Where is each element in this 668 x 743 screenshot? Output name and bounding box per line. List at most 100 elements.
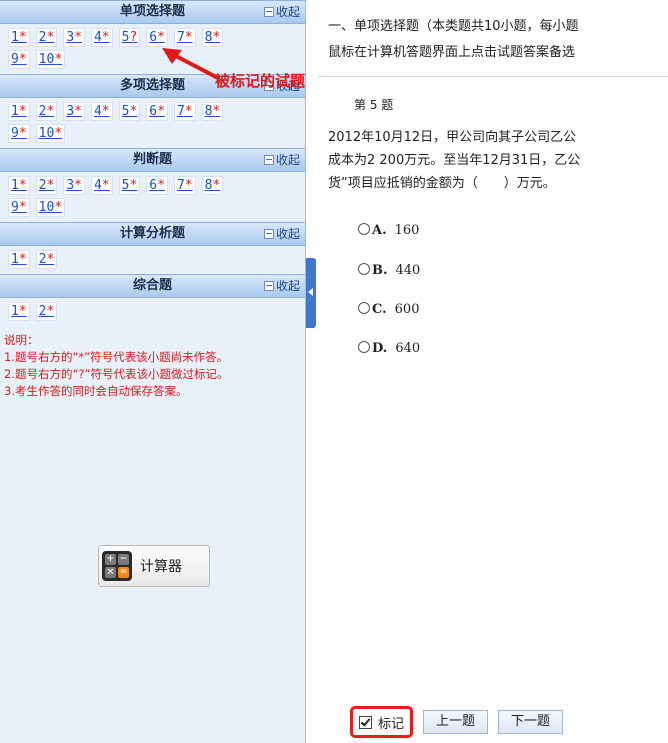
question-link[interactable]: 8* [201, 102, 224, 121]
question-link[interactable]: 8* [201, 176, 224, 195]
option-value: 440 [395, 263, 421, 278]
status-mark: * [101, 178, 110, 193]
question-link[interactable]: 1* [8, 28, 30, 47]
sidebar-toggle-tab[interactable] [306, 258, 316, 328]
question-link[interactable]: 9* [8, 50, 30, 69]
next-button[interactable]: 下一题 [498, 710, 564, 734]
question-link[interactable]: 2* [35, 250, 58, 269]
collapse-button[interactable]: 收起 [263, 1, 300, 23]
option-letter: C. [372, 302, 387, 317]
question-link[interactable]: 3* [63, 28, 85, 47]
question-link[interactable]: 5* [118, 176, 141, 195]
legend-notes: 说明： 1.题号右方的“*”符号代表该小题尚未作答。 2.题号右方的“?”符号代表该… [0, 326, 305, 406]
status-mark: * [184, 30, 193, 45]
question-link[interactable]: 5? [118, 28, 141, 47]
status-mark: * [129, 104, 138, 119]
radio-icon[interactable] [358, 263, 370, 275]
question-row: 9* 10* [8, 198, 297, 220]
status-mark: * [184, 178, 193, 193]
section-title: 判断题 [132, 152, 172, 167]
question-link[interactable]: 10* [35, 124, 66, 143]
calculator-button[interactable]: + − × = 计算器 [98, 545, 210, 587]
question-link[interactable]: 3* [63, 102, 85, 121]
status-mark: ? [129, 30, 138, 45]
question-link[interactable]: 2* [35, 176, 58, 195]
note-line: 3.考生作答的同时会自动保存答案。 [4, 384, 188, 398]
prev-button[interactable]: 上一题 [423, 710, 489, 734]
status-mark: * [157, 30, 165, 45]
status-mark: * [18, 200, 27, 215]
section-title: 单项选择题 [119, 4, 185, 19]
question-row: 1* 2* [8, 250, 297, 272]
collapse-button[interactable]: 收起 [263, 223, 300, 245]
question-link[interactable]: 10* [35, 198, 66, 217]
question-link[interactable]: 7* [173, 176, 196, 195]
question-link[interactable]: 5* [118, 102, 141, 121]
question-link[interactable]: 2* [35, 102, 58, 121]
question-grid: 1* 2* [0, 298, 305, 326]
question-panel: 一、单项选择题（本类题共10小题，每小题 鼠标在计算机答题界面上点击试题答案备选… [318, 0, 668, 743]
collapse-icon [263, 281, 274, 291]
section-header: 计算分析题 收起 [0, 222, 305, 246]
collapse-label: 收起 [275, 5, 300, 19]
question-link[interactable]: 7* [173, 28, 196, 47]
question-link[interactable]: 4* [90, 28, 113, 47]
option-a[interactable]: A. 160 [358, 222, 419, 238]
question-row: 9* 10* [8, 124, 297, 146]
mark-label: 标记 [378, 716, 405, 732]
stem-line-2: 成本为2 200万元。至当年12月31日，乙公 [328, 153, 581, 168]
question-link[interactable]: 2* [35, 28, 58, 47]
status-mark: * [46, 252, 55, 267]
status-mark: * [18, 30, 27, 45]
question-link[interactable]: 1* [8, 250, 30, 269]
option-letter: A. [372, 223, 387, 238]
question-link[interactable]: 9* [8, 124, 30, 143]
collapse-button[interactable]: 收起 [263, 149, 300, 171]
question-row: 1* 2* 3* 4* 5* 6* 7* 8* [8, 176, 297, 198]
question-link[interactable]: 4* [90, 102, 113, 121]
option-b[interactable]: B. 440 [358, 262, 420, 278]
question-link[interactable]: 6* [146, 176, 168, 195]
question-link[interactable]: 7* [173, 102, 196, 121]
option-value: 640 [395, 341, 421, 356]
question-link[interactable]: 4* [90, 176, 113, 195]
instructions-line-2: 鼠标在计算机答题界面上点击试题答案备选 [328, 45, 576, 60]
question-link[interactable]: 9* [8, 198, 30, 217]
question-row: 1* 2* 3* 4* 5? 6* 7* 8* [8, 28, 297, 50]
divider [318, 76, 668, 77]
question-link[interactable]: 6* [146, 28, 168, 47]
radio-icon[interactable] [358, 341, 370, 353]
status-mark: * [18, 52, 27, 67]
status-mark: * [46, 104, 55, 119]
option-d[interactable]: D. 640 [358, 340, 420, 356]
question-title: 第 5 题 [354, 98, 394, 112]
status-mark: * [184, 104, 193, 119]
question-link[interactable]: 2* [35, 302, 58, 321]
question-row: 9* 10* [8, 50, 297, 72]
question-link[interactable]: 1* [8, 102, 30, 121]
collapse-button[interactable]: 收起 [263, 275, 300, 297]
option-value: 600 [394, 302, 420, 317]
question-grid: 1* 2* 3* 4* 5? 6* 7* 8* 9* 10* [0, 24, 305, 74]
checkbox-icon[interactable] [359, 715, 372, 729]
collapse-icon [263, 229, 274, 239]
radio-icon[interactable] [358, 302, 370, 314]
question-link[interactable]: 6* [146, 102, 168, 121]
question-button-bar: 标记 上一题 下一题 [350, 705, 564, 739]
status-mark: * [18, 178, 27, 193]
section-title: 综合题 [132, 278, 172, 293]
option-c[interactable]: C. 600 [358, 301, 419, 317]
question-link[interactable]: 8* [201, 28, 224, 47]
section-header: 综合题 收起 [0, 274, 305, 298]
status-mark: * [54, 52, 63, 67]
note-line: 说明： [4, 333, 39, 347]
question-link[interactable]: 1* [8, 176, 30, 195]
annotation-arrow-icon [162, 48, 220, 80]
option-letter: B. [372, 263, 388, 278]
radio-icon[interactable] [358, 223, 370, 235]
status-mark: * [46, 30, 55, 45]
mark-button[interactable]: 标记 [350, 706, 414, 738]
question-link[interactable]: 10* [35, 50, 66, 69]
question-link[interactable]: 3* [63, 176, 85, 195]
question-link[interactable]: 1* [8, 302, 30, 321]
